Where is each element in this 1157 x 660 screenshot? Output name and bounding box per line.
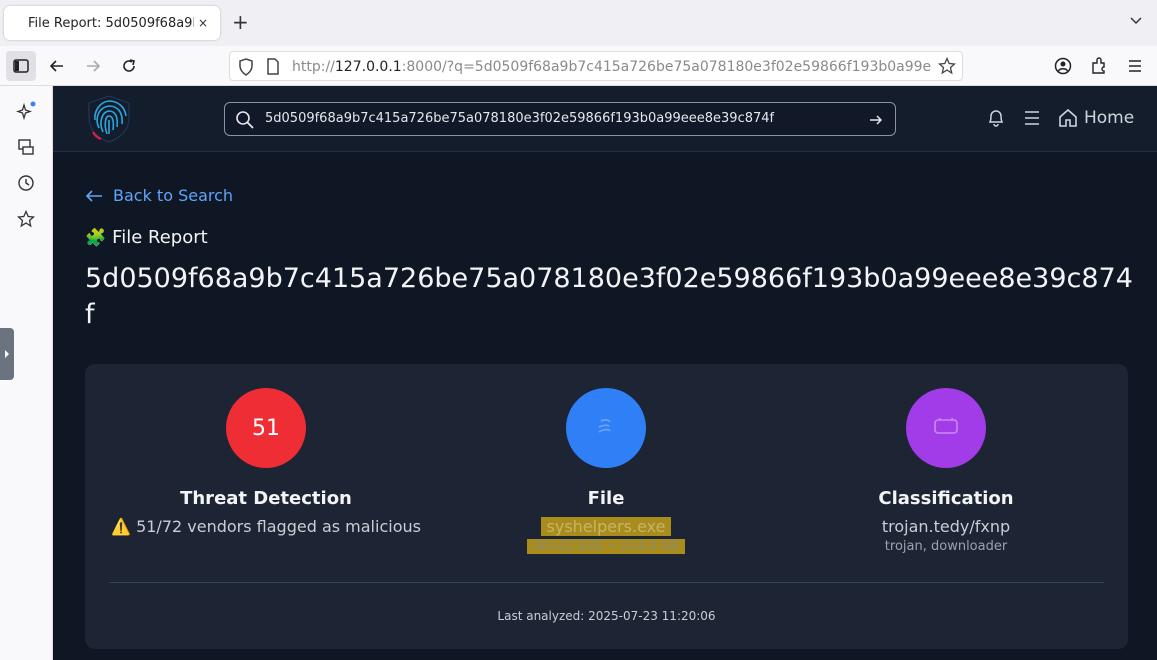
file-meta: Win32 EXE • 214.0 KB [446, 539, 766, 554]
arrow-left-icon [85, 189, 103, 203]
page-content: 5d0509f68a9b7c415a726be75a078180e3f02e59… [53, 86, 1157, 660]
card-divider [109, 582, 1104, 583]
submit-arrow-icon[interactable] [869, 112, 883, 131]
new-tab-button[interactable]: + [232, 12, 249, 32]
home-icon[interactable] [1058, 108, 1078, 132]
bell-icon[interactable] [987, 108, 1005, 132]
history-clock-icon[interactable] [15, 172, 37, 194]
file-column: File syshelpers.exe Win32 EXE • 214.0 KB [446, 388, 766, 554]
star-bookmark-icon[interactable] [937, 56, 957, 79]
url-bar[interactable]: http://127.0.0.1:8000/?q=5d0509f68a9b7c4… [229, 51, 963, 81]
menu-icon[interactable] [1123, 54, 1147, 78]
bookmarks-star-icon[interactable] [15, 208, 37, 230]
threat-detail-text: 51/72 vendors flagged as malicious [136, 517, 421, 536]
classification-icon-badge [906, 388, 986, 468]
back-to-search-label: Back to Search [113, 186, 234, 205]
back-to-search-link[interactable]: Back to Search [85, 186, 233, 205]
file-name-text: syshelpers.exe [540, 517, 672, 536]
file-icon-badge [566, 388, 646, 468]
last-analyzed-timestamp: Last analyzed: 2025-07-23 11:20:06 [497, 609, 716, 623]
browser-tab[interactable]: File Report: 5d0509f68a9b7c415a726be75a0… [4, 6, 220, 40]
page-icon [266, 58, 280, 79]
tag-icon [933, 416, 959, 440]
url-rest: :8000/?q=5d0509f68a9b7c415a726be75a07818… [401, 59, 932, 75]
browser-nav-bar: http://127.0.0.1:8000/?q=5d0509f68a9b7c4… [0, 46, 1157, 86]
hamburger-menu-icon[interactable] [1023, 110, 1041, 130]
classification-title: Classification [878, 488, 1014, 509]
browser-sidebar [0, 86, 53, 660]
classification-column: Classification trojan.tedy/fxnp trojan, … [786, 388, 1106, 554]
browser-tab-bar: File Report: 5d0509f68a9b7c415a726be75a0… [0, 0, 1157, 46]
section-heading-label: File Report [112, 227, 208, 248]
back-arrow-icon[interactable] [45, 54, 69, 78]
fingerprint-logo-icon[interactable] [85, 94, 133, 144]
home-link[interactable]: Home [1084, 108, 1134, 128]
sidebar-toggle-icon[interactable] [6, 51, 36, 81]
extensions-icon[interactable] [1087, 54, 1111, 78]
synced-tabs-icon[interactable] [15, 136, 37, 158]
sidebar-resize-handle[interactable] [0, 328, 14, 380]
file-meta-text: Win32 EXE • 214.0 KB [527, 539, 685, 554]
threat-detail: ⚠️ 51/72 vendors flagged as malicious [106, 517, 426, 536]
url-text[interactable]: http://127.0.0.1:8000/?q=5d0509f68a9b7c4… [292, 59, 932, 75]
threat-count: 51 [252, 415, 280, 441]
file-name: syshelpers.exe [446, 517, 766, 536]
classification-tags: trojan, downloader [884, 539, 1008, 554]
reload-icon[interactable] [117, 54, 141, 78]
classification-label: trojan.tedy/fxnp [881, 517, 1011, 536]
file-hash-title: 5d0509f68a9b7c415a726be75a078180e3f02e59… [85, 263, 1133, 330]
puzzle-piece-icon: 🧩 [85, 227, 107, 248]
section-heading: 🧩 File Report [85, 227, 208, 248]
ai-sparkle-icon[interactable] [15, 100, 37, 122]
site-header: 5d0509f68a9b7c415a726be75a078180e3f02e59… [53, 86, 1157, 152]
chevron-down-icon[interactable] [1129, 12, 1143, 31]
warning-icon: ⚠️ [111, 517, 131, 536]
search-input[interactable]: 5d0509f68a9b7c415a726be75a078180e3f02e59… [265, 111, 774, 126]
tab-close-icon[interactable]: × [198, 16, 208, 30]
hash-search-bar[interactable]: 5d0509f68a9b7c415a726be75a078180e3f02e59… [224, 102, 896, 136]
summary-card: 51 Threat Detection ⚠️ 51/72 vendors fla… [85, 364, 1128, 649]
account-icon[interactable] [1051, 54, 1075, 78]
file-title: File [587, 488, 625, 509]
threat-count-badge: 51 [226, 388, 306, 468]
url-host: 127.0.0.1 [334, 59, 402, 75]
forward-arrow-icon[interactable] [81, 54, 105, 78]
search-icon [235, 110, 255, 134]
tab-title: File Report: 5d0509f68a9b7c415a726be75a0… [28, 15, 194, 31]
url-prefix: http:// [292, 59, 335, 75]
shield-icon[interactable] [238, 58, 254, 80]
file-icon [595, 417, 617, 439]
threat-detection-column: 51 Threat Detection ⚠️ 51/72 vendors fla… [106, 388, 426, 536]
threat-detection-title: Threat Detection [180, 488, 352, 509]
